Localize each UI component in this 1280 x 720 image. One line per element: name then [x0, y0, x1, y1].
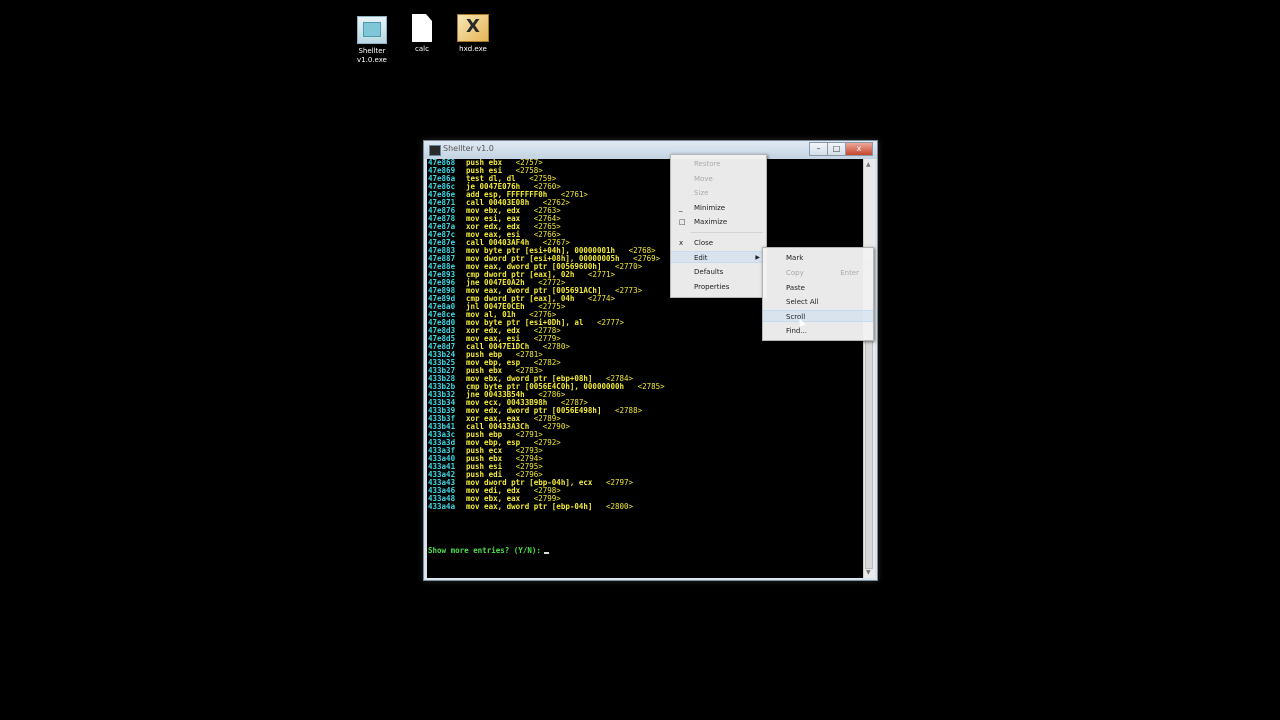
console-window: Shellter v1.0 – □ x 47e868 push ebx <2757…	[423, 140, 878, 581]
menu-item-properties[interactable]: Properties	[671, 281, 766, 293]
console-line: 47e868 push ebx <2757>	[428, 159, 665, 167]
instruction-index: <2797>	[605, 478, 634, 487]
desktop-icon-label: calc	[415, 45, 429, 53]
menu-item-label: Size	[694, 189, 709, 197]
menu-item-label: Edit	[694, 254, 708, 262]
menu-item-label: Paste	[786, 284, 805, 292]
submenu-arrow-icon: ▶	[755, 254, 760, 261]
console-icon[interactable]	[429, 145, 441, 156]
edit-item-find[interactable]: Find...	[763, 325, 873, 337]
instruction-index: <2800>	[605, 502, 634, 511]
menu-separator	[691, 232, 763, 233]
menu-item-label: Properties	[694, 283, 730, 291]
edit-item-scroll[interactable]: Scroll	[763, 310, 873, 322]
menu-shortcut: Enter	[840, 269, 859, 277]
console-line: 433a4a mov eax, dword ptr [ebp-04h] <2800…	[428, 503, 665, 511]
blank-file-icon	[412, 14, 432, 42]
menu-item-label: Restore	[694, 160, 721, 168]
edit-item-mark[interactable]: Mark	[763, 252, 873, 264]
instruction-index: <2770>	[615, 262, 643, 271]
console-line: 433b41 call 00433A3Ch <2790>	[428, 423, 665, 431]
disassembly-list: 47e868 push ebx <2757> 47e869 push esi <275…	[428, 159, 665, 511]
desktop-icon-hxd[interactable]: X hxd.exe	[443, 14, 503, 54]
minimize-icon: _	[679, 204, 683, 212]
address: 433a4a	[428, 502, 456, 511]
instruction-index: <2790>	[542, 422, 570, 431]
menu-item-minimize[interactable]: _ Minimize	[671, 202, 766, 214]
system-menu: Restore Move Size _ Minimize □ Maximize x Close E…	[670, 154, 767, 298]
menu-item-restore: Restore	[671, 158, 766, 170]
hxd-app-icon: X	[457, 14, 489, 42]
instruction-index: <2774>	[587, 294, 616, 303]
menu-item-label: Copy	[786, 269, 804, 277]
instruction-index: <2788>	[615, 406, 643, 415]
console-line: 433a40 push ebx <2794>	[428, 455, 665, 463]
menu-item-label: Select All	[786, 298, 819, 306]
instruction-index: <2785>	[637, 382, 665, 391]
menu-item-size: Size	[671, 187, 766, 199]
shellter-app-icon	[357, 16, 387, 44]
menu-item-move: Move	[671, 173, 766, 185]
instruction: mov eax, dword ptr [ebp-04h]	[466, 502, 593, 511]
edit-item-copy: Copy Enter	[763, 267, 873, 279]
instruction-index: <2777>	[596, 318, 625, 327]
vertical-scrollbar[interactable]: ▲ ▼	[863, 159, 875, 578]
menu-item-label: Mark	[786, 254, 804, 262]
menu-item-label: Move	[694, 175, 713, 183]
console-line: 47e8d7 call 0047E1DCh <2780>	[428, 343, 665, 351]
console-line: 433a41 push esi <2795>	[428, 463, 665, 471]
desktop-icon-label: hxd.exe	[459, 45, 487, 53]
instruction-index: <2771>	[587, 270, 616, 279]
menu-item-label: Maximize	[694, 218, 728, 226]
edit-item-paste[interactable]: Paste	[763, 282, 873, 294]
edit-item-select-all[interactable]: Select All	[763, 296, 873, 308]
title-bar[interactable]: Shellter v1.0 – □ x	[424, 141, 877, 159]
edit-submenu: Mark Copy Enter Paste Select All Scroll Find..…	[762, 247, 874, 341]
console-prompt: Show more entries? (Y/N):	[428, 546, 549, 555]
console-line: 433a3d mov ebp, esp <2792>	[428, 439, 665, 447]
console-line: 433b25 mov ebp, esp <2782>	[428, 359, 665, 367]
menu-item-edit[interactable]: Edit ▶	[671, 251, 766, 263]
console-output[interactable]: 47e868 push ebx <2757> 47e869 push esi <275…	[427, 159, 863, 578]
prompt-text: Show more entries? (Y/N):	[428, 546, 541, 555]
close-icon: x	[679, 239, 684, 247]
console-line: 433a3f push ecx <2793>	[428, 447, 665, 455]
menu-item-label: Defaults	[694, 268, 724, 276]
text-cursor	[543, 552, 549, 554]
window-title: Shellter v1.0	[443, 144, 494, 153]
menu-item-label: Find...	[786, 327, 808, 335]
scroll-up-icon[interactable]: ▲	[866, 161, 871, 168]
menu-item-label: Close	[694, 239, 714, 247]
menu-item-maximize[interactable]: □ Maximize	[671, 216, 766, 228]
maximize-button[interactable]: □	[827, 142, 846, 156]
maximize-icon: □	[679, 218, 686, 226]
desktop-icon-label: Shellter v1.0.exe	[357, 47, 387, 64]
instruction-index: <2780>	[542, 342, 570, 351]
minimize-button[interactable]: –	[809, 142, 828, 156]
menu-item-defaults[interactable]: Defaults	[671, 266, 766, 278]
instruction-index: <2773>	[615, 286, 643, 295]
menu-item-close[interactable]: x Close	[671, 237, 766, 249]
scroll-down-icon[interactable]: ▼	[866, 569, 871, 576]
close-button[interactable]: x	[845, 142, 873, 156]
menu-item-label: Minimize	[694, 204, 726, 212]
